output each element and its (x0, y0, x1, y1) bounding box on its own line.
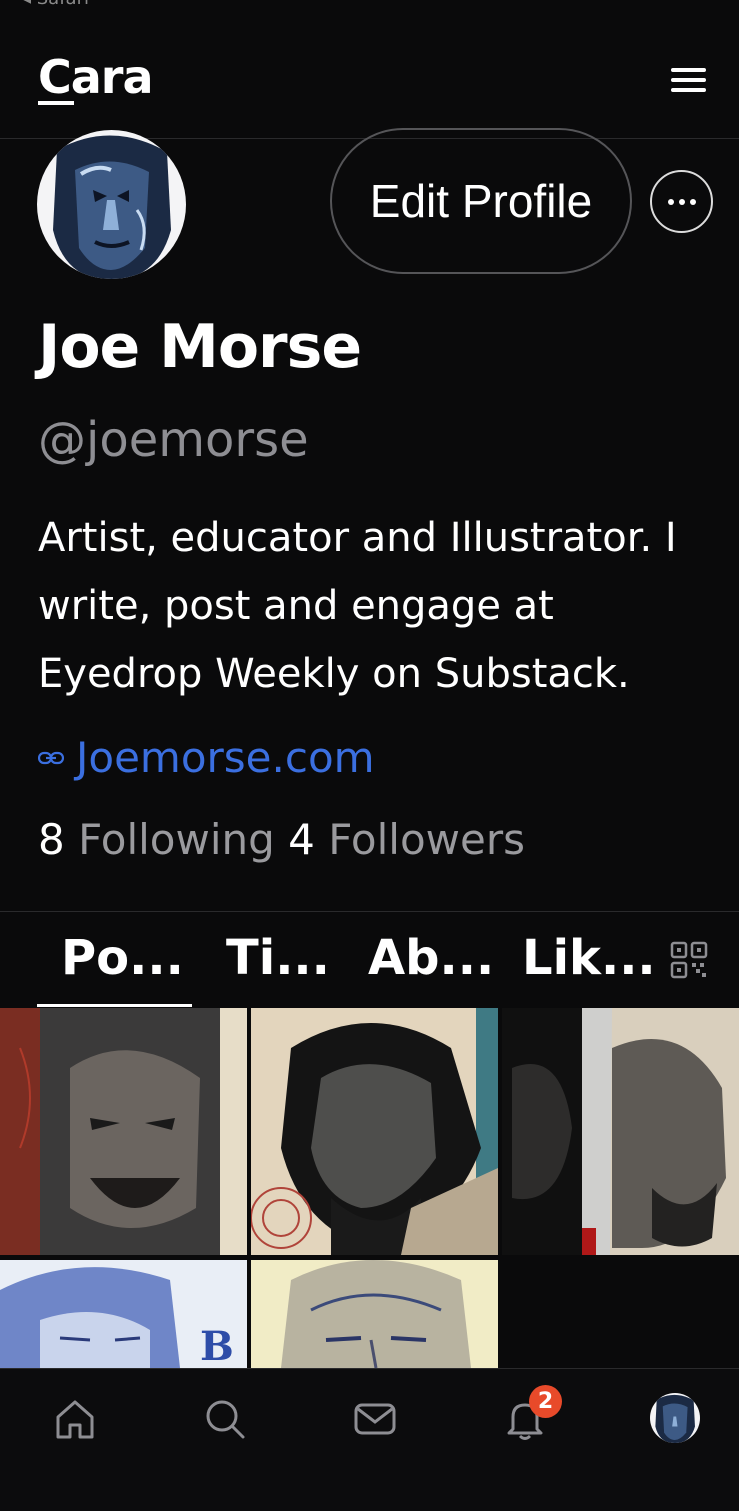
profile-name: Joe Morse (38, 312, 362, 382)
home-icon[interactable] (53, 1397, 97, 1441)
following-count[interactable]: 8 (38, 815, 65, 864)
tab-about[interactable]: Ab... (368, 930, 494, 986)
tab-likes[interactable]: Lik... (522, 930, 656, 986)
svg-text:B: B (200, 1323, 234, 1368)
profile-bio: Artist, educator and Illustrator. I writ… (38, 515, 677, 697)
artwork-thumbnail[interactable] (502, 1008, 739, 1255)
search-icon[interactable] (203, 1397, 247, 1441)
profile-nav-avatar[interactable] (650, 1393, 700, 1443)
profile-handle: @joemorse (38, 412, 309, 468)
link-icon (38, 751, 64, 764)
tab-timeline[interactable]: Ti... (226, 930, 330, 986)
mail-icon[interactable] (353, 1397, 397, 1441)
artwork-thumbnail[interactable]: B (0, 1260, 247, 1368)
tab-posts[interactable]: Po... (61, 930, 184, 986)
artwork-thumbnail[interactable] (251, 1008, 498, 1255)
follow-stats: 8 Following 4 Followers (38, 815, 525, 864)
divider (0, 911, 739, 912)
followers-count[interactable]: 4 (288, 815, 315, 864)
followers-label[interactable]: Followers (328, 815, 525, 864)
website-link-text[interactable]: Joemorse.com (76, 733, 375, 782)
more-options-icon[interactable] (650, 170, 713, 233)
profile-avatar[interactable] (37, 130, 186, 279)
bottom-navigation: 2 (0, 1368, 739, 1511)
website-link[interactable]: Joemorse.com (38, 733, 375, 782)
active-tab-indicator (37, 1004, 192, 1007)
following-label[interactable]: Following (78, 815, 275, 864)
qr-code-icon[interactable] (670, 941, 708, 979)
notification-badge: 2 (529, 1385, 562, 1418)
edit-profile-button[interactable]: Edit Profile (330, 128, 632, 274)
artwork-thumbnail[interactable] (0, 1008, 247, 1255)
app-logo[interactable]: Cara (38, 50, 154, 104)
hamburger-menu-icon[interactable] (668, 66, 708, 94)
top-bar: Cara (0, 0, 739, 139)
artwork-thumbnail[interactable] (251, 1260, 498, 1368)
logo-underline (38, 101, 74, 105)
